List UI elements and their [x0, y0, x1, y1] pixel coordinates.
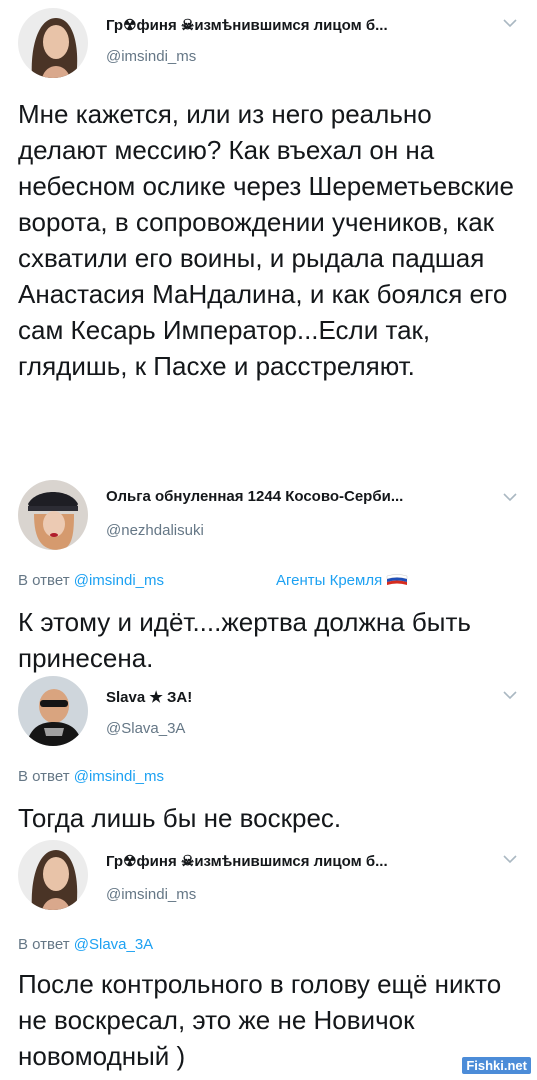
location-tag[interactable]: Агенты Кремля	[276, 572, 408, 589]
tweet-text: Тогда лишь бы не воскрес.	[18, 803, 342, 833]
user-handle[interactable]: @Slava_3A	[106, 720, 185, 737]
russian-flag-icon	[386, 573, 408, 587]
avatar-image	[18, 840, 88, 910]
chevron-down-icon[interactable]	[503, 690, 517, 704]
display-name[interactable]: Гр☢финя ☠измѣнившимся лицом б...	[106, 16, 388, 34]
watermark: Fishki.net	[462, 1057, 531, 1074]
display-name[interactable]: Ольга обнуленная 1244 Косово-Серби...	[106, 488, 403, 505]
reply-context: В ответ @imsindi_ms	[18, 572, 164, 589]
reply-context: В ответ @imsindi_ms	[18, 768, 164, 785]
location-tag-label: Агенты Кремля	[276, 572, 383, 589]
avatar-image	[18, 676, 88, 746]
avatar[interactable]	[18, 676, 88, 746]
avatar-image	[18, 480, 88, 550]
user-handle[interactable]: @imsindi_ms	[106, 886, 196, 903]
reply-prefix: В ответ	[18, 768, 70, 785]
display-name[interactable]: Slava ★ ЗА!	[106, 688, 192, 706]
tweet-text: К этому и идёт....жертва должна быть при…	[18, 607, 471, 673]
user-handle[interactable]: @nezhdalisuki	[106, 522, 204, 539]
chevron-down-icon[interactable]	[503, 492, 517, 506]
reply-prefix: В ответ	[18, 936, 70, 953]
display-name[interactable]: Гр☢финя ☠измѣнившимся лицом б...	[106, 852, 388, 870]
avatar-image	[18, 8, 88, 78]
reply-to-link[interactable]: @imsindi_ms	[74, 572, 164, 589]
reply-to-link[interactable]: @Slava_3A	[74, 936, 153, 953]
chevron-down-icon[interactable]	[503, 854, 517, 868]
avatar[interactable]	[18, 8, 88, 78]
reply-context: В ответ @Slava_3A	[18, 936, 153, 953]
avatar[interactable]	[18, 840, 88, 910]
tweet-text: После контрольного в голову ещё никто не…	[18, 969, 502, 1071]
reply-prefix: В ответ	[18, 572, 70, 589]
reply-to-link[interactable]: @imsindi_ms	[74, 768, 164, 785]
avatar[interactable]	[18, 480, 88, 550]
user-handle[interactable]: @imsindi_ms	[106, 48, 196, 65]
tweet-text: Мне кажется, или из него реально делают …	[18, 99, 514, 381]
chevron-down-icon[interactable]	[503, 18, 517, 32]
